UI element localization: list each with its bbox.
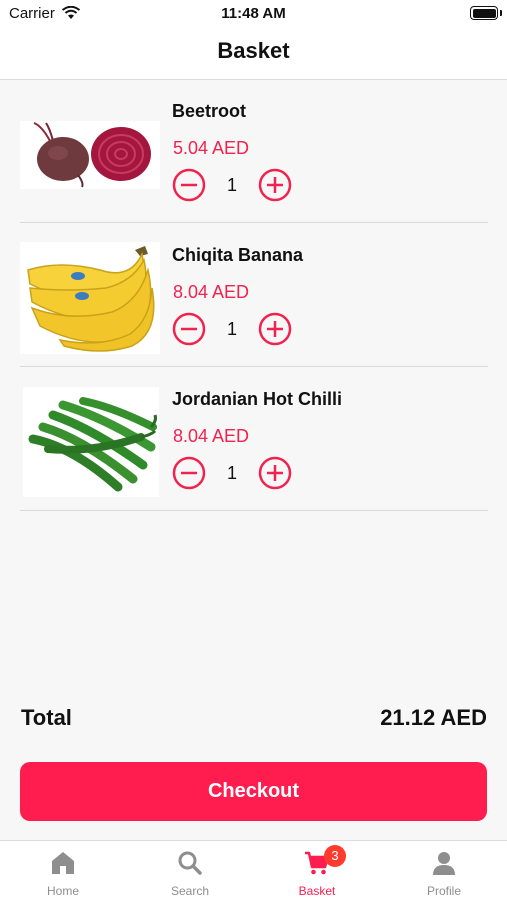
item-price: 8.04 AED [173, 282, 250, 302]
total-value: 21.12 AED [380, 705, 487, 730]
tab-basket[interactable]: 3 Basket [254, 841, 380, 900]
cart-count-badge: 3 [324, 845, 346, 867]
beetroot-image [20, 121, 160, 189]
tab-profile[interactable]: Profile [381, 841, 507, 900]
increase-quantity-button[interactable] [258, 168, 292, 202]
tab-bar: Home Search 3 Basket Profile [0, 840, 507, 900]
basket-item-beetroot: Beetroot 5.04 AED 1 [20, 79, 488, 223]
tab-label: Profile [426, 884, 461, 898]
tab-home[interactable]: Home [0, 841, 126, 900]
chilli-image [23, 387, 159, 497]
status-bar: Carrier 11:48 AM [0, 0, 507, 28]
tab-label: Basket [298, 884, 336, 898]
increase-quantity-button[interactable] [258, 456, 292, 490]
quantity-value: 1 [226, 319, 237, 339]
banana-image [20, 242, 160, 354]
page-title: Basket [217, 38, 290, 63]
basket-item-banana: Chiqita Banana 8.04 AED 1 [20, 223, 488, 367]
person-icon [433, 852, 455, 875]
clock: 11:48 AM [221, 5, 286, 22]
home-icon [52, 852, 74, 874]
item-price: 8.04 AED [173, 426, 250, 446]
decrease-quantity-button[interactable] [172, 456, 206, 490]
battery-icon [470, 6, 498, 20]
item-name: Beetroot [172, 101, 247, 121]
item-name: Jordanian Hot Chilli [172, 389, 343, 409]
battery-cap [500, 10, 502, 16]
quantity-value: 1 [226, 175, 237, 195]
decrease-quantity-button[interactable] [172, 312, 206, 346]
tab-search[interactable]: Search [127, 841, 253, 900]
total-label: Total [21, 705, 72, 730]
basket-item-chilli: Jordanian Hot Chilli 8.04 AED 1 [20, 367, 488, 511]
increase-quantity-button[interactable] [258, 312, 292, 346]
item-name: Chiqita Banana [172, 245, 304, 265]
tab-label: Home [46, 884, 79, 898]
quantity-value: 1 [226, 463, 237, 483]
item-price: 5.04 AED [173, 138, 250, 158]
tab-label: Search [170, 884, 210, 898]
search-icon [178, 851, 202, 875]
checkout-button[interactable]: Checkout [20, 762, 487, 821]
navigation-bar: Basket [0, 28, 507, 80]
decrease-quantity-button[interactable] [172, 168, 206, 202]
